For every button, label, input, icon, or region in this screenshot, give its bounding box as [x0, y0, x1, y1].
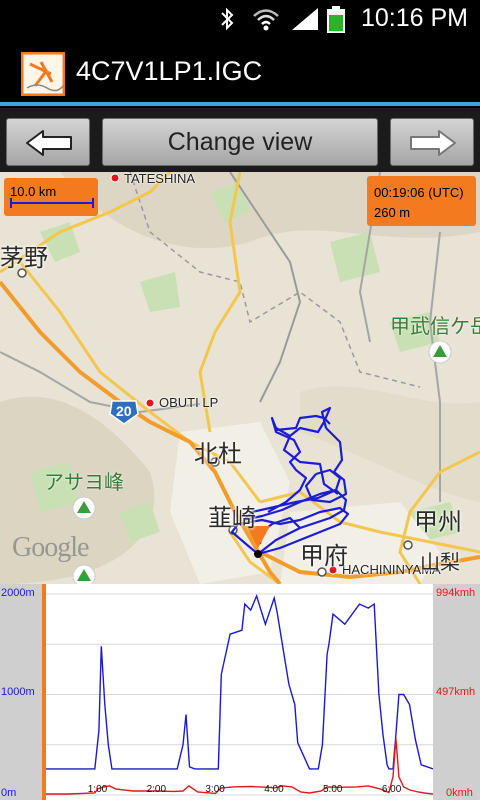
y-right-tick-top: 994kmh [436, 587, 476, 599]
y-left-tick-bottom: 0m [1, 787, 17, 799]
track-info-box: 00:19:06 (UTC) 260 m [367, 176, 476, 226]
bluetooth-icon [221, 7, 234, 31]
place-hokuto: 北杜 [194, 440, 242, 468]
x-tick-label: 1:00 [87, 784, 108, 795]
x-tick-label: 2:00 [146, 784, 167, 795]
x-tick-label: 4:00 [264, 784, 284, 795]
toolbar: Change view [0, 108, 480, 172]
map-scale-bar [10, 202, 94, 204]
status-clock: 10:16 PM [360, 4, 468, 32]
app-icon [21, 52, 65, 96]
map-scale-box: 10.0 km [4, 178, 98, 216]
place-koshu: 甲州 [414, 508, 462, 536]
back-button[interactable] [6, 118, 90, 166]
change-view-button[interactable]: Change view [102, 118, 378, 166]
place-chino: 茅野 [0, 244, 48, 272]
y-left-tick-mid: 1000m [1, 686, 35, 698]
route-number: 20 [116, 403, 132, 419]
place-asayomine: アサヨ峰 [44, 470, 124, 494]
right-arrow-icon [410, 130, 456, 156]
track-altitude: 260 m [374, 205, 411, 220]
forward-button[interactable] [390, 118, 474, 166]
x-tick-label: 6:00 [381, 784, 402, 795]
place-yamanashi: 山梨 [420, 550, 460, 574]
signal-icon [292, 8, 318, 30]
series-line-altitude [46, 593, 433, 770]
waypoint-obuti: OBUTI LP [159, 395, 219, 410]
place-nirasaki: 韮崎 [208, 504, 256, 532]
x-tick-label: 5:00 [323, 784, 343, 795]
place-kofu: 甲府 [300, 542, 348, 570]
left-arrow-icon [26, 130, 72, 156]
google-attribution-logo: Google [12, 532, 89, 563]
place-kobushigatake: 甲武信ケ岳 [390, 314, 480, 338]
title-divider [0, 102, 480, 106]
app-title: 4C7V1LP1.IGC [76, 56, 263, 86]
map-view[interactable]: 10.0 km 00:19:06 (UTC) 260 m TATESHINA O… [0, 172, 480, 584]
y-right-tick-bottom: 0kmh [446, 787, 473, 799]
track-time: 00:19:06 (UTC) [374, 185, 464, 200]
wifi-icon [253, 9, 279, 31]
y-right-tick-mid: 497kmh [436, 686, 476, 698]
battery-icon [327, 6, 345, 33]
y-left-tick-top: 2000m [1, 587, 35, 599]
map-scale-label: 10.0 km [10, 184, 57, 199]
altitude-speed-graph[interactable]: 2000m 1000m 0m 994kmh 497kmh 0kmh 1:00 2:… [0, 584, 480, 800]
action-bar: 4C7V1LP1.IGC [0, 38, 480, 106]
waypoint-tateshina: TATESHINA [124, 172, 196, 186]
status-bar: 10:16 PM [0, 0, 480, 38]
graph-plot [46, 593, 433, 796]
x-tick-label: 3:00 [205, 784, 225, 795]
